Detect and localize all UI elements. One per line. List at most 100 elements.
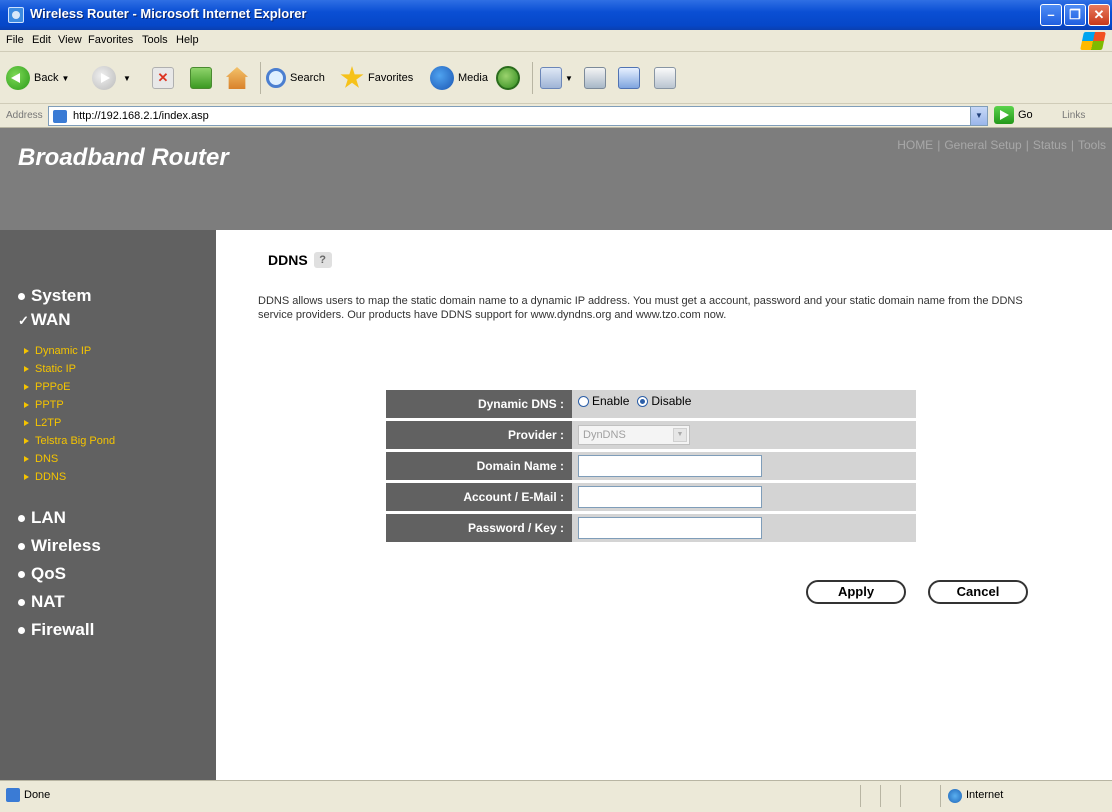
history-button[interactable] [496,63,524,93]
home-button[interactable] [226,63,248,93]
arrow-right-icon [24,420,29,427]
sidebar-item-wan[interactable]: ✓ WAN [18,310,71,330]
sidebar-sub-pptp[interactable]: PPTP [24,398,64,412]
sidebar-sub-dynamic-ip[interactable]: Dynamic IP [24,344,91,358]
password-input[interactable] [578,517,762,539]
sidebar-sub-dns[interactable]: DNS [24,452,58,466]
back-label: Back [34,72,59,84]
password-cell [578,517,762,539]
sidebar-item-firewall[interactable]: Firewall [18,620,94,640]
menu-edit[interactable]: Edit [32,34,51,46]
chevron-down-icon: ▼ [565,73,573,83]
nav-tools[interactable]: Tools [1078,138,1106,152]
sidebar-item-nat[interactable]: NAT [18,592,65,612]
help-icon[interactable]: ? [313,252,332,268]
page-content: Broadband Router HOME | General Setup | St… [0,128,1112,780]
bullet-icon [18,515,25,523]
password-label: Password / Key : [386,514,572,542]
enable-radio[interactable] [578,395,589,407]
refresh-button[interactable] [190,63,212,93]
stop-icon: ✕ [152,67,174,89]
arrow-right-icon [24,366,29,373]
search-icon [266,68,286,88]
domain-name-label: Domain Name : [386,452,572,480]
favorites-button[interactable]: Favorites [340,63,413,93]
arrow-right-icon [24,456,29,463]
status-text: Done [24,789,51,801]
search-button[interactable]: Search [266,63,325,93]
chevron-down-icon[interactable]: ▼ [970,107,987,125]
menu-tools[interactable]: Tools [142,34,168,46]
bullet-icon [18,599,25,607]
back-arrow-icon [6,66,30,90]
nav-status[interactable]: Status [1033,138,1067,152]
cancel-button[interactable]: Cancel [928,580,1028,604]
chevron-down-icon: ▼ [61,73,70,83]
browser-window: Wireless Router - Microsoft Internet Exp… [0,0,1112,812]
menu-favorites[interactable]: Favorites [88,34,133,46]
sidebar-sub-pppoe[interactable]: PPPoE [24,380,70,394]
bullet-icon [18,293,25,301]
account-cell [578,486,762,508]
go-button[interactable]: Go [994,106,1033,124]
checkmark-icon: ✓ [18,313,29,328]
messenger-button[interactable] [654,63,676,93]
disable-radio[interactable] [637,395,649,407]
mail-button[interactable]: ▼ [540,63,573,93]
menu-file[interactable]: File [6,34,24,46]
dynamic-dns-radios: Enable Disable [578,394,699,408]
bullet-icon [18,571,25,579]
enable-label[interactable]: Enable [592,394,629,408]
nav-home[interactable]: HOME [897,138,933,152]
top-nav: HOME | General Setup | Status | Tools [897,138,1106,152]
links-button[interactable]: Links [1062,110,1085,121]
maximize-button[interactable]: ❐ [1064,4,1086,26]
domain-name-input[interactable] [578,455,762,477]
sidebar-sub-l2tp[interactable]: L2TP [24,416,61,430]
provider-select[interactable]: DynDNS ▼ [578,425,690,445]
toolbar-separator [260,62,261,94]
sidebar-sub-ddns[interactable]: DDNS [24,470,66,484]
sidebar-item-wireless[interactable]: Wireless [18,536,101,556]
arrow-right-icon [24,384,29,391]
close-button[interactable]: ✕ [1088,4,1110,26]
arrow-right-icon [24,438,29,445]
edit-button[interactable] [618,63,640,93]
apply-button[interactable]: Apply [806,580,906,604]
messenger-icon [654,67,676,89]
disable-label[interactable]: Disable [651,394,691,408]
nav-general-setup[interactable]: General Setup [944,138,1021,152]
sidebar-sub-telstra[interactable]: Telstra Big Pond [24,434,115,448]
brand-title: Broadband Router [18,144,229,171]
stop-button[interactable]: ✕ [152,63,174,93]
menu-help[interactable]: Help [176,34,199,46]
row-dynamic-dns: Dynamic DNS : Enable Disable [386,390,916,418]
dynamic-dns-label: Dynamic DNS : [386,390,572,418]
menu-view[interactable]: View [58,34,82,46]
zone-text: Internet [966,789,1004,801]
forward-button[interactable]: ▼ [92,63,131,93]
sidebar-item-lan[interactable]: LAN [18,508,66,528]
address-input[interactable]: http://192.168.2.1/index.asp ▼ [48,106,988,126]
media-button[interactable]: Media [430,63,488,93]
page-icon [53,110,67,123]
go-label: Go [1018,109,1033,121]
star-icon [340,66,364,88]
sidebar: System ✓ WAN Dynamic IP Static IP PPPoE P… [0,230,216,780]
account-input[interactable] [578,486,762,508]
provider-label: Provider : [386,421,572,449]
arrow-right-icon [24,348,29,355]
window-title: Wireless Router - Microsoft Internet Exp… [30,6,307,21]
sidebar-item-qos[interactable]: QoS [18,564,66,584]
row-account: Account / E-Mail : [386,483,916,511]
media-icon [430,66,454,90]
sidebar-sub-static-ip[interactable]: Static IP [24,362,76,376]
print-button[interactable] [584,63,606,93]
media-label: Media [458,72,488,84]
minimize-button[interactable]: – [1040,4,1062,26]
back-button[interactable]: Back ▼ [6,63,69,93]
account-label: Account / E-Mail : [386,483,572,511]
address-bar: Address http://192.168.2.1/index.asp ▼ G… [0,104,1112,128]
sidebar-item-system[interactable]: System [18,286,91,306]
toolbar: Back ▼ ▼ ✕ Search Favorites Media ▼ [0,52,1112,104]
